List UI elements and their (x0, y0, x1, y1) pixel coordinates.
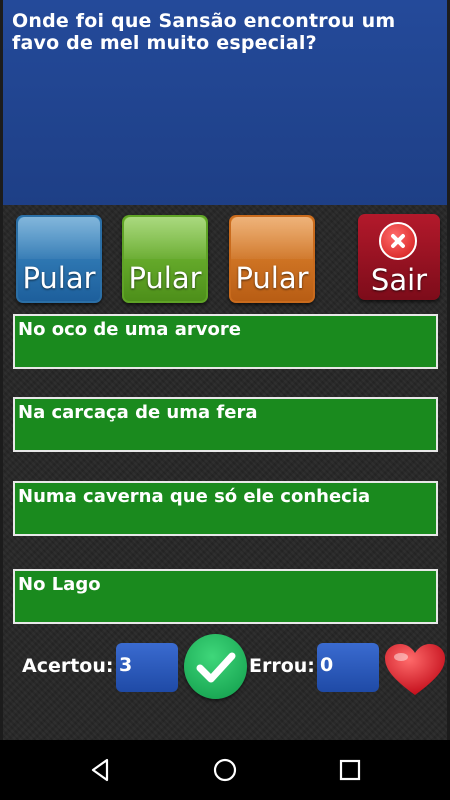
answer-option-1[interactable]: No oco de uma arvore (13, 314, 438, 369)
exit-button-label: Sair (370, 263, 428, 297)
correct-count-box: 3 (116, 643, 178, 692)
skip-button-blue[interactable]: Pular (16, 215, 102, 303)
back-icon[interactable] (85, 755, 115, 785)
exit-button[interactable]: Sair (358, 214, 440, 300)
answer-text: No oco de uma arvore (18, 319, 241, 340)
correct-count-value: 3 (119, 654, 133, 676)
correct-count-label: Acertou: (22, 655, 114, 677)
skip-button-label: Pular (128, 261, 202, 295)
skip-button-label: Pular (22, 261, 96, 295)
skip-button-orange[interactable]: Pular (229, 215, 315, 303)
answer-option-4[interactable]: No Lago (13, 569, 438, 624)
answer-text: Na carcaça de uma fera (18, 402, 258, 423)
question-text: Onde foi que Sansão encontrou um favo de… (12, 10, 396, 54)
answer-option-2[interactable]: Na carcaça de uma fera (13, 397, 438, 452)
wrong-count-box: 0 (317, 643, 379, 692)
recent-apps-icon[interactable] (335, 755, 365, 785)
skip-button-green[interactable]: Pular (122, 215, 208, 303)
close-icon (379, 222, 417, 260)
answer-text: Numa caverna que só ele conhecia (18, 486, 371, 507)
skip-button-label: Pular (235, 261, 309, 295)
wrong-count-value: 0 (320, 654, 334, 676)
check-icon (184, 634, 247, 699)
question-panel: Onde foi que Sansão encontrou um favo de… (3, 0, 447, 205)
wrong-count-label: Errou: (249, 655, 315, 677)
answer-text: No Lago (18, 574, 101, 595)
answer-option-3[interactable]: Numa caverna que só ele conhecia (13, 481, 438, 536)
heart-icon (385, 644, 445, 695)
home-icon[interactable] (210, 755, 240, 785)
game-screen: Onde foi que Sansão encontrou um favo de… (3, 0, 447, 740)
system-nav-bar (0, 740, 450, 800)
